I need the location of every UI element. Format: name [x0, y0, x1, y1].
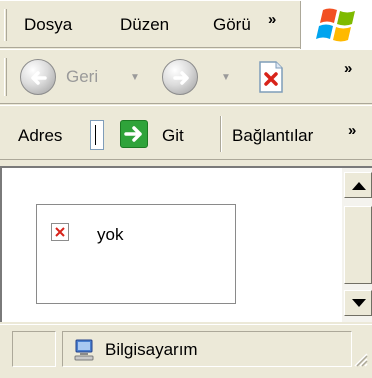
- links-separator[interactable]: [220, 116, 222, 152]
- menu-overflow-chevron[interactable]: »: [268, 11, 277, 28]
- status-pane: [12, 331, 56, 367]
- address-bar: Adres Git Bağlantılar »: [0, 105, 372, 160]
- forward-arrow-icon: [173, 71, 189, 85]
- status-bar: Bilgisayarım: [0, 324, 372, 378]
- stop-button[interactable]: [258, 61, 284, 93]
- menu-duzen[interactable]: Düzen: [120, 15, 169, 35]
- page-content: yok: [0, 166, 372, 322]
- menu-bar-grip[interactable]: [4, 9, 7, 41]
- windows-flag-icon: [316, 8, 355, 42]
- menu-dosya[interactable]: Dosya: [24, 15, 72, 35]
- computer-icon: [74, 339, 94, 361]
- stop-page-icon: [259, 61, 283, 93]
- image-placeholder: yok: [36, 204, 236, 304]
- arrow-down-icon: [352, 299, 366, 307]
- windows-logo: [300, 1, 372, 49]
- toolbar-overflow-chevron[interactable]: »: [344, 60, 353, 77]
- forward-history-dropdown[interactable]: ▼: [221, 72, 231, 83]
- back-button-label[interactable]: Geri: [66, 67, 98, 87]
- go-button-label: Git: [162, 126, 184, 145]
- address-input[interactable]: [90, 120, 104, 150]
- back-button[interactable]: [20, 59, 56, 95]
- menu-gorunum[interactable]: Görü: [213, 15, 255, 35]
- image-alt-text: yok: [97, 225, 124, 244]
- links-toolbar-label[interactable]: Bağlantılar: [232, 126, 313, 146]
- standard-toolbar: Geri ▼ ▼ »: [0, 49, 372, 104]
- resize-grip-icon[interactable]: [352, 351, 368, 367]
- arrow-up-icon: [352, 182, 366, 190]
- links-overflow-chevron[interactable]: »: [348, 122, 357, 139]
- toolbar-grip[interactable]: [4, 58, 7, 96]
- zone-label: Bilgisayarım: [105, 340, 198, 359]
- security-zone-pane[interactable]: Bilgisayarım: [62, 331, 352, 367]
- scroll-thumb[interactable]: [344, 206, 372, 284]
- go-arrow-icon: [120, 120, 148, 148]
- forward-button[interactable]: [162, 59, 198, 95]
- vertical-scrollbar[interactable]: [342, 168, 372, 322]
- scroll-up-button[interactable]: [344, 172, 372, 198]
- broken-image-icon: [51, 223, 69, 241]
- scroll-down-button[interactable]: [344, 290, 372, 316]
- back-history-dropdown[interactable]: ▼: [130, 72, 140, 83]
- back-arrow-icon: [31, 71, 47, 85]
- address-label: Adres: [18, 126, 63, 145]
- menu-bar: Dosya Düzen Görü »: [0, 0, 372, 49]
